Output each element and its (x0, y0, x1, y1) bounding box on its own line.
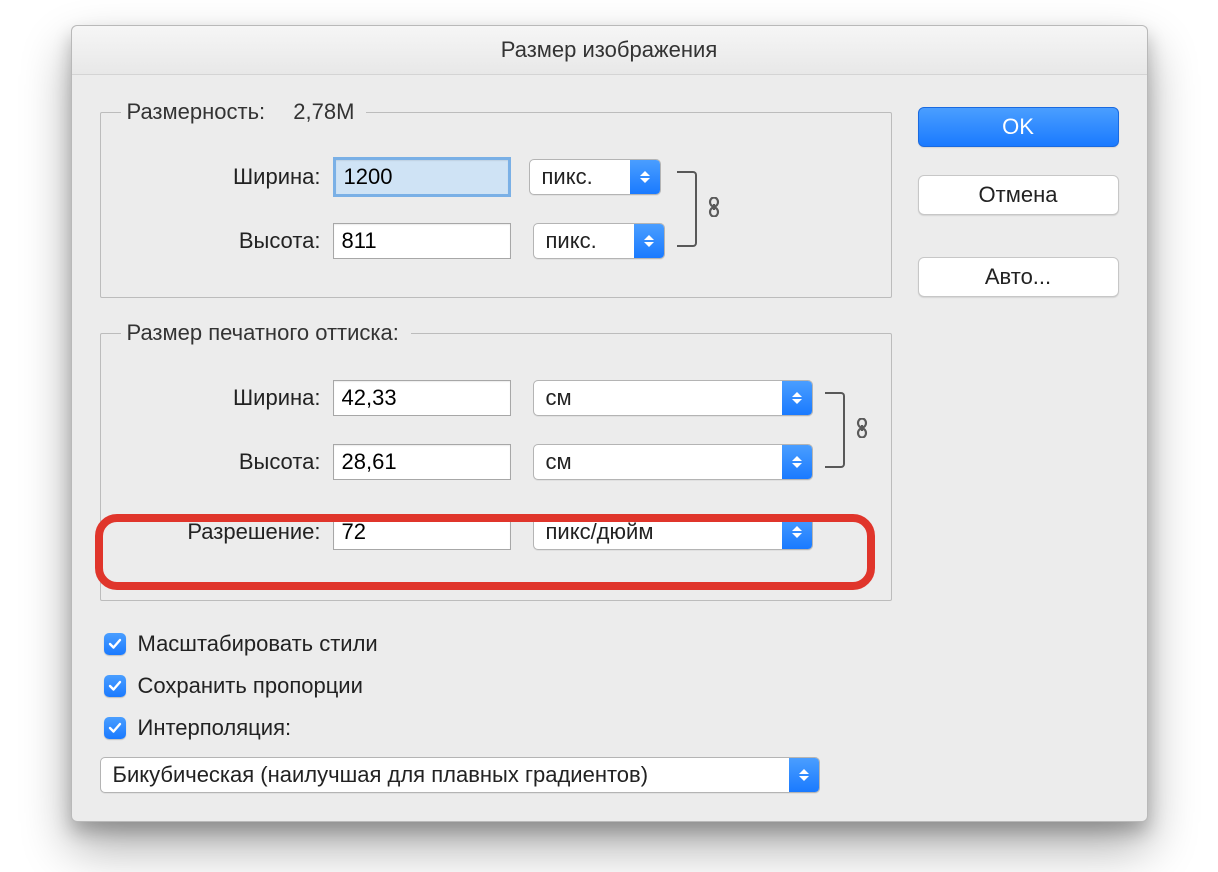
link-icon (853, 418, 871, 442)
checkbox-checked-icon (104, 633, 126, 655)
pixel-dimensions-legend: Размерность: (127, 99, 266, 124)
resolution-label: Разрешение: (121, 519, 333, 545)
doc-height-input[interactable] (333, 444, 511, 480)
chevron-updown-icon (634, 224, 664, 258)
chevron-updown-icon (789, 758, 819, 792)
constrain-link-doc (825, 366, 871, 494)
doc-width-input[interactable] (333, 380, 511, 416)
resolution-input[interactable] (333, 514, 511, 550)
doc-width-label: Ширина: (121, 385, 333, 411)
doc-width-unit-select[interactable]: см (533, 380, 813, 416)
auto-button[interactable]: Авто... (918, 257, 1119, 297)
pixel-dimensions-group: Размерность: 2,78M Ширина: пикс. Высота: (100, 99, 892, 298)
interpolation-select[interactable]: Бикубическая (наилучшая для плавных град… (100, 757, 820, 793)
cancel-button[interactable]: Отмена (918, 175, 1119, 215)
chevron-updown-icon (782, 515, 812, 549)
link-icon (705, 197, 723, 221)
chevron-updown-icon (782, 445, 812, 479)
pixel-height-unit-select[interactable]: пикс. (533, 223, 665, 259)
dialog-title: Размер изображения (72, 26, 1147, 75)
pixel-width-label: Ширина: (121, 164, 333, 190)
pixel-width-input[interactable] (333, 157, 511, 197)
resample-checkbox[interactable]: Интерполяция: (104, 707, 892, 749)
constrain-proportions-checkbox[interactable]: Сохранить пропорции (104, 665, 892, 707)
checkbox-checked-icon (104, 717, 126, 739)
pixel-dimensions-size: 2,78M (293, 99, 354, 124)
doc-height-label: Высота: (121, 449, 333, 475)
chevron-updown-icon (782, 381, 812, 415)
checkbox-checked-icon (104, 675, 126, 697)
doc-height-unit-select[interactable]: см (533, 444, 813, 480)
chevron-updown-icon (630, 160, 660, 194)
pixel-width-unit-select[interactable]: пикс. (529, 159, 661, 195)
scale-styles-checkbox[interactable]: Масштабировать стили (104, 623, 892, 665)
pixel-height-label: Высота: (121, 228, 333, 254)
resolution-unit-select[interactable]: пикс/дюйм (533, 514, 813, 550)
constrain-link-pixel (677, 145, 723, 273)
pixel-height-input[interactable] (333, 223, 511, 259)
image-size-dialog: Размер изображения Размерность: 2,78M Ши… (71, 25, 1148, 822)
document-size-group: Размер печатного оттиска: Ширина: см Выс… (100, 320, 892, 601)
ok-button[interactable]: OK (918, 107, 1119, 147)
document-size-legend: Размер печатного оттиска: (121, 320, 411, 346)
